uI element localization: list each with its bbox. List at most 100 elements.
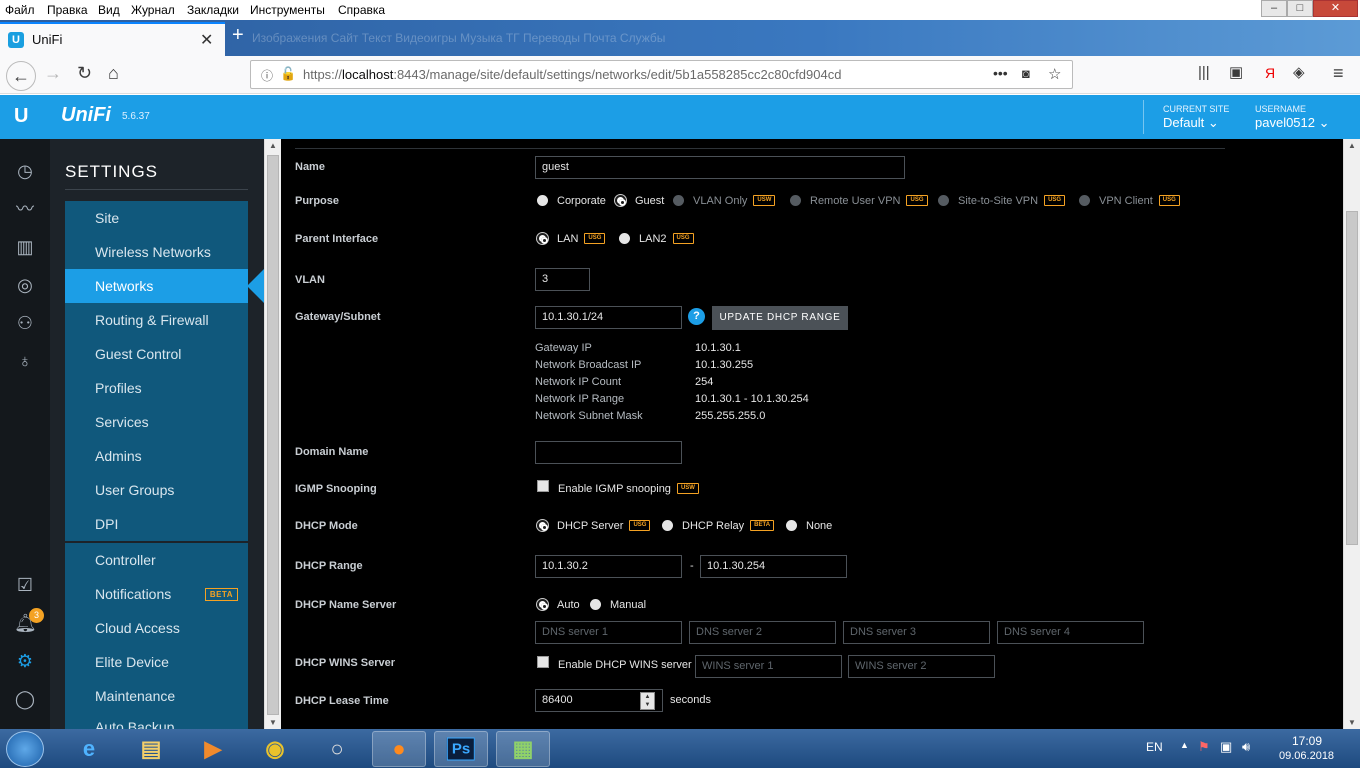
dhcp-range-end-input[interactable]: 10.1.30.254: [700, 555, 847, 578]
sidebar-item-controller[interactable]: Controller: [65, 543, 248, 577]
sidebar-item-elite-device[interactable]: Elite Device: [65, 645, 248, 679]
sidebar-item-networks[interactable]: Networks: [65, 269, 248, 303]
dhcp-range-start-input[interactable]: 10.1.30.2: [535, 555, 682, 578]
info-icon[interactable]: ⓘ: [261, 67, 273, 84]
scroll-down-icon[interactable]: ▼: [269, 718, 277, 727]
purpose-site-to-site-vpn-radio[interactable]: Site-to-Site VPN USG: [938, 194, 1066, 207]
tray-expand-icon[interactable]: ▲: [1180, 740, 1189, 750]
menu-history[interactable]: Журнал: [131, 3, 175, 17]
dns-auto-radio[interactable]: Auto: [537, 598, 580, 611]
new-tab-button[interactable]: +: [232, 24, 244, 47]
update-dhcp-range-button[interactable]: UPDATE DHCP RANGE: [712, 306, 848, 330]
page-scrollbar[interactable]: ▲ ▼: [1343, 139, 1360, 729]
current-site-dropdown[interactable]: Default ⌄: [1163, 115, 1219, 131]
maximize-button[interactable]: □: [1287, 0, 1313, 17]
network-icon[interactable]: ▣: [1220, 739, 1232, 755]
dns-manual-radio[interactable]: Manual: [590, 598, 646, 611]
menu-bookmarks[interactable]: Закладки: [187, 3, 239, 17]
menu-help[interactable]: Справка: [338, 3, 385, 17]
action-center-icon[interactable]: ⚑: [1198, 739, 1210, 755]
sidebar-item-admins[interactable]: Admins: [65, 439, 248, 473]
help-icon[interactable]: ?: [688, 308, 705, 325]
purpose-corporate-radio[interactable]: Corporate: [537, 194, 606, 207]
taskbar-firefox-icon[interactable]: ●: [372, 731, 426, 767]
taskbar-app-icon[interactable]: ○: [310, 731, 364, 767]
pocket-icon[interactable]: ◙: [1022, 66, 1030, 81]
extension-icon[interactable]: ◈: [1293, 64, 1305, 82]
tab-close-icon[interactable]: ✕: [200, 30, 213, 50]
purpose-guest-radio[interactable]: Guest: [615, 194, 664, 207]
dns-server-4-input[interactable]: DNS server 4: [997, 621, 1144, 644]
wins-server-1-input[interactable]: WINS server 1: [695, 655, 842, 678]
dashboard-icon[interactable]: ◷: [14, 160, 36, 182]
taskbar-explorer-icon[interactable]: ▤: [124, 731, 178, 767]
dhcp-relay-radio[interactable]: DHCP Relay BETA: [662, 519, 775, 532]
taskbar-media-player-icon[interactable]: ▶: [186, 731, 240, 767]
purpose-remote-user-vpn-radio[interactable]: Remote User VPN USG: [790, 194, 928, 207]
sidebar-item-services[interactable]: Services: [65, 405, 248, 439]
domain-name-input[interactable]: [535, 441, 682, 464]
sidebar-scrollbar[interactable]: ▲ ▼: [264, 139, 281, 729]
vlan-input[interactable]: 3: [535, 268, 590, 291]
taskbar-ie-icon[interactable]: e: [62, 731, 116, 767]
sidebar-item-cloud-access[interactable]: Cloud Access: [65, 611, 248, 645]
parent-lan-radio[interactable]: LAN USG: [537, 232, 606, 245]
wins-server-2-input[interactable]: WINS server 2: [848, 655, 995, 678]
scroll-up-icon[interactable]: ▲: [1348, 141, 1356, 150]
clients-icon[interactable]: ⚇: [14, 312, 36, 334]
close-window-button[interactable]: ✕: [1313, 0, 1358, 17]
back-arrow-icon[interactable]: ←: [6, 61, 36, 91]
library-icon[interactable]: |||: [1198, 64, 1210, 82]
taskbar-chrome-icon[interactable]: ◉: [248, 731, 302, 767]
yandex-icon[interactable]: Я: [1265, 64, 1275, 82]
sidebar-item-auto-backup[interactable]: Auto Backup: [65, 713, 248, 729]
devices-icon[interactable]: ◎: [14, 274, 36, 296]
minimize-button[interactable]: –: [1261, 0, 1287, 17]
sidebar-toggle-icon[interactable]: ▣: [1229, 64, 1243, 82]
dns-server-2-input[interactable]: DNS server 2: [689, 621, 836, 644]
sidebar-item-routing-firewall[interactable]: Routing & Firewall: [65, 303, 248, 337]
purpose-vlan-only-radio[interactable]: VLAN Only USW: [673, 194, 776, 207]
sidebar-item-profiles[interactable]: Profiles: [65, 371, 248, 405]
scroll-up-icon[interactable]: ▲: [269, 141, 277, 150]
home-icon[interactable]: ⌂: [108, 64, 119, 82]
menu-edit[interactable]: Правка: [47, 3, 88, 17]
dns-server-1-input[interactable]: DNS server 1: [535, 621, 682, 644]
statistics-icon[interactable]: 〰: [14, 198, 36, 220]
sidebar-item-wireless-networks[interactable]: Wireless Networks: [65, 235, 248, 269]
sidebar-item-dpi[interactable]: DPI: [65, 507, 248, 541]
sidebar-scroll-thumb[interactable]: [267, 155, 279, 715]
clock-time[interactable]: 17:09: [1292, 734, 1322, 748]
settings-gear-icon[interactable]: ⚙: [14, 650, 36, 672]
wins-checkbox[interactable]: Enable DHCP WINS server: [537, 656, 692, 671]
page-actions-icon[interactable]: •••: [993, 65, 1008, 81]
map-icon[interactable]: ▥: [14, 236, 36, 258]
menu-file[interactable]: Файл: [5, 3, 35, 17]
purpose-vpn-client-radio[interactable]: VPN Client USG: [1079, 194, 1180, 207]
sidebar-item-guest-control[interactable]: Guest Control: [65, 337, 248, 371]
igmp-snooping-checkbox[interactable]: Enable IGMP snooping USW: [537, 480, 699, 495]
name-input[interactable]: guest: [535, 156, 905, 179]
username-dropdown[interactable]: pavel0512 ⌄: [1255, 115, 1330, 131]
hamburger-menu-icon[interactable]: ≡: [1333, 64, 1344, 82]
bookmark-star-icon[interactable]: ☆: [1048, 65, 1061, 83]
language-indicator[interactable]: EN: [1146, 740, 1163, 754]
taskbar-photoshop-icon[interactable]: Ps: [434, 731, 488, 767]
taskbar-monitor-icon[interactable]: ▦: [496, 731, 550, 767]
sidebar-item-maintenance[interactable]: Maintenance: [65, 679, 248, 713]
insecure-lock-icon[interactable]: 🔓: [280, 66, 296, 82]
menu-tools[interactable]: Инструменты: [250, 3, 325, 17]
sidebar-item-notifications[interactable]: Notifications BETA: [65, 577, 248, 611]
chat-icon[interactable]: ◯: [14, 688, 36, 710]
sidebar-item-user-groups[interactable]: User Groups: [65, 473, 248, 507]
sidebar-item-site[interactable]: Site: [65, 201, 248, 235]
ubiquiti-logo-icon[interactable]: U: [14, 105, 28, 128]
volume-icon[interactable]: 🔊︎: [1242, 739, 1250, 755]
menu-view[interactable]: Вид: [98, 3, 120, 17]
dhcp-none-radio[interactable]: None: [786, 519, 832, 532]
address-bar[interactable]: ⓘ 🔓 https://localhost:8443/manage/site/d…: [250, 60, 1073, 89]
dhcp-server-radio[interactable]: DHCP Server USG: [537, 519, 651, 532]
scroll-down-icon[interactable]: ▼: [1348, 718, 1356, 727]
clock-date[interactable]: 09.06.2018: [1279, 750, 1334, 762]
insights-icon[interactable]: ♁: [14, 350, 36, 372]
